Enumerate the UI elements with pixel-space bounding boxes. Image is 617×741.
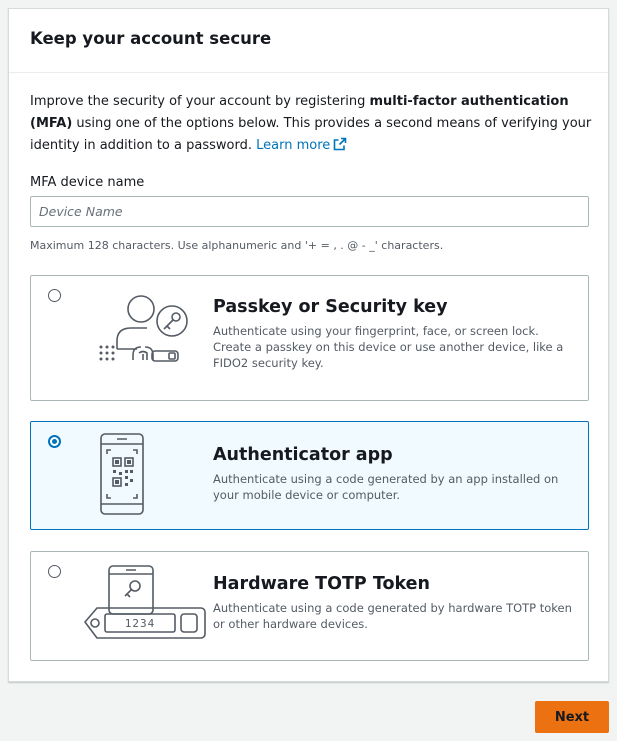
page-title: Keep your account secure [30,29,272,48]
option-hardware-totp[interactable]: 1234 Hardware TOTP Token Authenticate us… [30,551,589,661]
next-button[interactable]: Next [535,701,609,733]
user-key-fingerprint-icon [99,295,188,362]
option-authenticator-app-description: Authenticate using a code generated by a… [213,472,559,502]
hardware-token-icon: 1234 [83,565,206,639]
mfa-device-name-input[interactable] [30,196,589,227]
phone-qr-code-icon [100,433,144,515]
option-authenticator-app[interactable]: Authenticator app Authenticate using a c… [30,421,589,530]
constraint-text: Maximum 128 characters. Use alphanumeric… [30,239,444,252]
radio-authenticator-app[interactable] [48,435,61,448]
intro-text: Improve the security of your account by … [30,94,592,153]
option-passkey[interactable]: Passkey or Security key Authenticate usi… [30,275,589,401]
option-hardware-totp-title: Hardware TOTP Token [213,574,430,594]
option-hardware-totp-description: Authenticate using a code generated by h… [213,601,572,631]
radio-hardware-totp[interactable] [48,565,61,578]
learn-more-link[interactable]: Learn more [256,137,347,153]
panel-header: Keep your account secure [9,9,608,73]
token-display-text: 1234 [125,617,156,630]
radio-passkey[interactable] [48,289,61,302]
option-passkey-description: Authenticate using your fingerprint, fac… [213,324,564,370]
option-passkey-title: Passkey or Security key [213,297,448,317]
mfa-device-name-label: MFA device name [30,175,145,190]
external-link-icon [333,137,347,151]
option-authenticator-app-title: Authenticator app [213,445,393,465]
mfa-panel: Keep your account secure Improve the sec… [8,8,609,682]
